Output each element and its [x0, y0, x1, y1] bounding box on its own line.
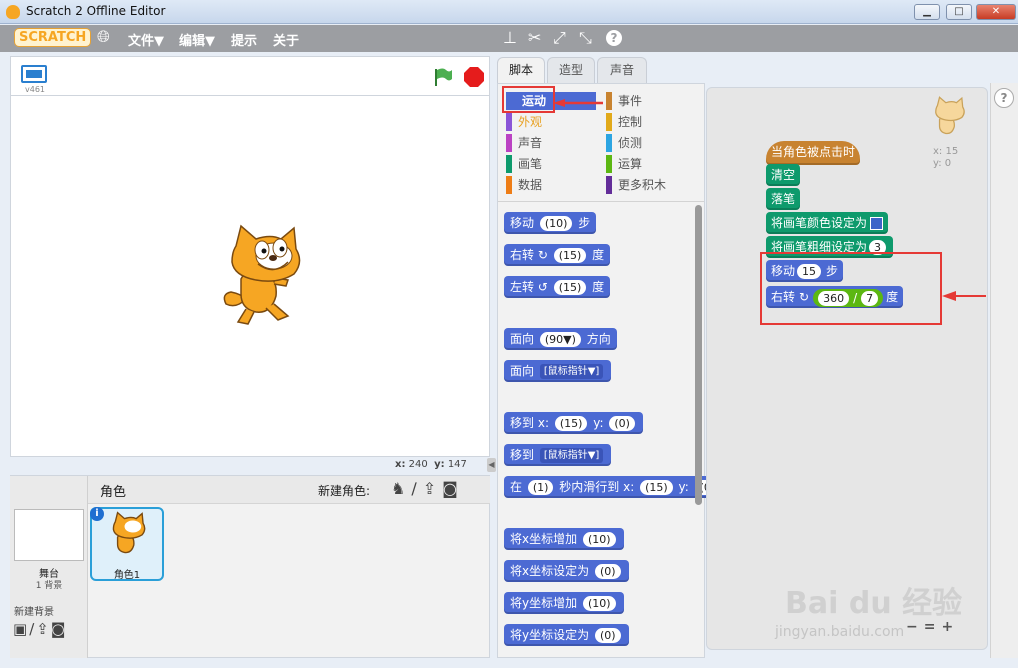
category-3[interactable]: 控制: [606, 113, 696, 131]
upload-icon[interactable]: ⇪: [36, 620, 51, 638]
camera-icon[interactable]: ◙: [442, 479, 464, 498]
stage-thumbnail[interactable]: [14, 509, 84, 561]
cut-scissors-icon[interactable]: ✂: [528, 28, 541, 47]
version-label: v461: [25, 85, 46, 94]
shrink-icon[interactable]: ⤡: [579, 28, 592, 48]
sprite-info-icon[interactable]: i: [90, 507, 104, 521]
category-4[interactable]: 声音: [506, 134, 596, 152]
menu-bar: SCRATCH 🌐︎ 文件▼ 编辑▼ 提示 关于 ⊥ ✂ ⤢ ⤡ ?: [0, 25, 1018, 52]
new-sprite-label: 新建角色:: [318, 484, 371, 498]
palette-block-2[interactable]: 左转 ↺ (15) 度: [504, 276, 611, 298]
globe-icon[interactable]: 🌐︎: [97, 27, 110, 47]
minimize-button[interactable]: ▁: [914, 4, 940, 20]
menu-edit[interactable]: 编辑▼: [179, 30, 215, 49]
new-sprite-tools: ♞∕⇪◙: [391, 479, 464, 498]
window-title-bar: Scratch 2 Offline Editor ▁ □ ✕: [0, 0, 1018, 24]
green-flag-icon[interactable]: [432, 67, 454, 87]
category-8[interactable]: 数据: [506, 176, 596, 194]
palette-block-0[interactable]: 移动 (10) 步: [504, 212, 597, 234]
sprite-name: 角色1: [113, 570, 141, 581]
close-button[interactable]: ✕: [976, 4, 1016, 20]
maximize-button[interactable]: □: [946, 4, 972, 20]
palette-divider: [498, 201, 704, 202]
palette-block-9[interactable]: 将x坐标设定为 (0): [504, 560, 629, 582]
help-question-icon[interactable]: ?: [606, 30, 622, 46]
tab-sounds[interactable]: 声音: [597, 57, 647, 83]
category-7[interactable]: 运算: [606, 155, 696, 173]
tab-costumes[interactable]: 造型: [547, 57, 595, 83]
scratch-logo: SCRATCH: [14, 28, 92, 47]
upload-icon[interactable]: ⇪: [423, 479, 442, 498]
sprite-tile-selected[interactable]: i 角色1: [90, 507, 164, 581]
menu-file[interactable]: 文件▼: [128, 30, 164, 49]
duplicate-stamp-icon[interactable]: ⊥: [503, 28, 517, 47]
sprite-corner-icon: [935, 96, 965, 135]
cat-sprite[interactable]: [216, 224, 311, 329]
script-block-3[interactable]: 将画笔颜色设定为: [766, 212, 889, 234]
palette-block-5[interactable]: 移到 x: (15) y: (0): [504, 412, 643, 434]
help-strip: ?: [990, 83, 1018, 658]
palette-block-3[interactable]: 面向 (90▼) 方向: [504, 328, 617, 350]
palette-block-8[interactable]: 将x坐标增加 (10): [504, 528, 624, 550]
pen-color-swatch[interactable]: [870, 217, 884, 230]
stage-backdrop-count: 1 背景: [35, 581, 63, 591]
sprites-title: 角色: [100, 485, 127, 500]
help-icon[interactable]: ?: [994, 88, 1014, 108]
stage-thumbnail-column: 舞台 1 背景 新建背景 ▣∕⇪◙: [10, 476, 88, 658]
sprite-y-readout: y: 0: [933, 158, 952, 169]
palette-block-11[interactable]: 将y坐标设定为 (0): [504, 624, 629, 646]
palette-block-6[interactable]: 移到 [鼠标指针▼]: [504, 444, 612, 466]
app-icon: [6, 5, 20, 19]
mouse-coords: x: 240 y: 147: [395, 459, 467, 470]
paintbrush-icon[interactable]: ∕: [411, 479, 422, 498]
sprite-library-icon[interactable]: ♞: [391, 479, 411, 498]
menu-tips[interactable]: 提示: [231, 30, 257, 49]
scripts-area[interactable]: x: 15 y: 0: [706, 87, 988, 650]
script-block-1[interactable]: 清空: [766, 164, 801, 186]
camera-icon[interactable]: ◙: [51, 620, 68, 638]
palette-block-1[interactable]: 右转 ↻ (15) 度: [504, 244, 611, 266]
cat-thumbnail: [112, 511, 146, 554]
highlight-box-motion: [502, 86, 555, 113]
category-9[interactable]: 更多积木: [606, 176, 696, 194]
tab-scripts[interactable]: 脚本: [497, 57, 545, 84]
script-block-2[interactable]: 落笔: [766, 188, 801, 210]
category-2[interactable]: 外观: [506, 113, 596, 131]
collapse-stage-arrow[interactable]: ◀: [487, 458, 496, 472]
sprite-header: 角色 新建角色: ♞∕⇪◙: [88, 476, 490, 504]
stage-canvas[interactable]: [10, 95, 490, 457]
highlight-box-script: [760, 252, 942, 325]
fullscreen-icon[interactable]: [21, 65, 47, 83]
new-backdrop-label: 新建背景: [14, 607, 54, 618]
stage-header: v461: [10, 56, 490, 96]
watermark-url: jingyan.baidu.com: [775, 624, 905, 640]
category-1[interactable]: 事件: [606, 92, 696, 110]
stop-sign-icon[interactable]: [463, 66, 485, 88]
script-block-0[interactable]: 当角色被点击时: [766, 141, 861, 165]
palette-scrollbar[interactable]: [695, 205, 702, 505]
grow-icon[interactable]: ⤢: [553, 28, 566, 48]
palette-block-4[interactable]: 面向 [鼠标指针▼]: [504, 360, 612, 382]
red-arrow-left: [553, 96, 603, 107]
paint-image-icon[interactable]: ▣: [13, 620, 29, 638]
new-backdrop-tools: ▣∕⇪◙: [13, 620, 67, 638]
category-6[interactable]: 画笔: [506, 155, 596, 173]
palette-block-10[interactable]: 将y坐标增加 (10): [504, 592, 624, 614]
menu-about[interactable]: 关于: [273, 30, 299, 49]
sprite-x-readout: x: 15: [933, 146, 959, 157]
window-title: Scratch 2 Offline Editor: [26, 4, 166, 18]
watermark-brand: Bai du 经验: [785, 586, 963, 621]
category-5[interactable]: 侦测: [606, 134, 696, 152]
red-arrow-right: [942, 290, 986, 301]
